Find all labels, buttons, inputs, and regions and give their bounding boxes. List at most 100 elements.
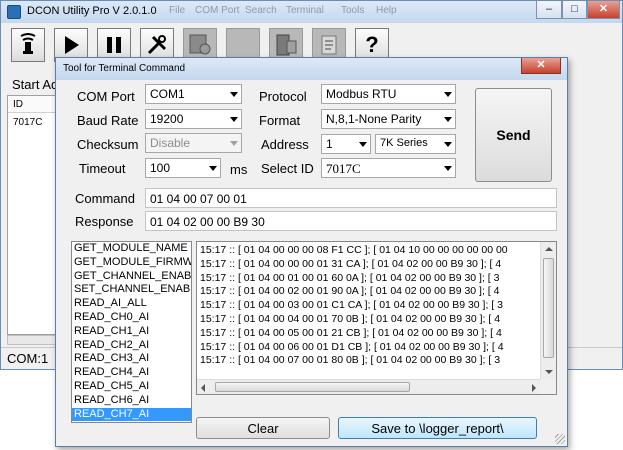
checksum-select[interactable]: Disable (145, 133, 242, 153)
menu-ghost-item: File (169, 5, 186, 16)
chevron-down-icon (230, 117, 238, 122)
list-item[interactable]: READ_CH4_AI (72, 366, 191, 380)
chevron-down-icon (209, 166, 217, 171)
select-id-select[interactable]: 7017C (321, 158, 456, 178)
clear-button[interactable]: Clear (196, 417, 330, 439)
list-item[interactable]: READ_CH5_AI (72, 380, 191, 394)
com-port-value: COM1 (150, 87, 185, 101)
timeout-select[interactable]: 100 (145, 158, 221, 178)
protocol-value: Modbus RTU (326, 87, 397, 101)
help-icon: ? (365, 32, 379, 57)
terminal-command-dialog: Tool for Terminal Command ✕ COM Port COM… (55, 57, 568, 447)
log-line: 15:17 :: [ 01 04 00 04 00 01 70 0B ]; [ … (200, 312, 501, 325)
dialog-titlebar: Tool for Terminal Command ✕ (56, 58, 567, 80)
chevron-down-icon (444, 117, 452, 122)
dialog-title: Tool for Terminal Command (63, 63, 186, 74)
checksum-value: Disable (150, 136, 191, 150)
list-item[interactable]: READ_AI_ALL (72, 297, 191, 311)
antenna-icon (20, 33, 36, 54)
series-select[interactable]: 7K Series (375, 134, 456, 154)
address-value: 1 (326, 137, 333, 151)
save-report-button[interactable]: Save to \logger_report\ (338, 417, 537, 439)
resize-grip[interactable] (555, 434, 565, 444)
chevron-down-icon (230, 141, 238, 146)
address-select[interactable]: 1 (321, 134, 371, 154)
play-icon (65, 36, 79, 54)
command-label: Command (75, 191, 135, 206)
list-item[interactable]: SET_CHANNEL_ENABL (72, 283, 191, 297)
search-button[interactable] (11, 28, 45, 62)
baud-rate-label: Baud Rate (77, 113, 139, 128)
chevron-down-icon (444, 92, 452, 97)
timeout-value: 100 (150, 161, 171, 175)
vertical-scroll-thumb[interactable] (543, 258, 554, 358)
scroll-up-icon[interactable] (545, 247, 553, 251)
chevron-down-icon (359, 142, 367, 147)
series-value: 7K Series (380, 137, 428, 149)
log-lines: 15:17 :: [ 01 04 00 00 00 08 F1 CC ]; [ … (200, 244, 544, 368)
format-select[interactable]: N,8,1-None Parity (321, 109, 456, 129)
send-button[interactable]: Send (475, 88, 552, 182)
log-line: 15:17 :: [ 01 04 00 00 00 08 F1 CC ]; [ … (200, 244, 508, 256)
list-item[interactable]: READ_CH1_AI (72, 325, 191, 339)
log-output[interactable]: 15:17 :: [ 01 04 00 00 00 08 F1 CC ]; [ … (196, 241, 557, 395)
maximize-button[interactable]: □ (562, 1, 587, 19)
log-horizontal-scrollbar[interactable] (197, 379, 540, 394)
protocol-label: Protocol (259, 89, 307, 104)
menu-ghost-item: Help (376, 5, 397, 16)
menu-ghost-item: Terminal (286, 5, 324, 16)
pause-icon (107, 37, 121, 53)
report-icon (321, 35, 337, 55)
list-item[interactable]: GET_MODULE_FIRMW (72, 256, 191, 270)
address-label: Address (261, 137, 309, 152)
select-id-value: 7017C (326, 161, 361, 176)
menu-ghost-item: COM Port (195, 5, 240, 16)
main-window-title: DCON Utility Pro V 2.0.1.0 (27, 5, 157, 17)
list-item[interactable]: GET_CHANNEL_ENABL (72, 270, 191, 284)
tools-icon (147, 35, 167, 55)
log-line: 15:17 :: [ 01 04 00 07 00 01 80 0B ]; [ … (200, 354, 501, 367)
menu-ghost-item: Tools (341, 5, 365, 16)
list-item[interactable]: READ_CH6_AI (72, 394, 191, 408)
app-icon (7, 5, 21, 19)
horizontal-scroll-thumb[interactable] (215, 382, 410, 392)
log-line: 15:17 :: [ 01 04 00 00 00 01 31 CA ]; [ … (200, 257, 502, 270)
module-icon (276, 34, 297, 56)
response-field[interactable]: 01 04 02 00 00 B9 30 (145, 211, 557, 231)
log-line: 15:17 :: [ 01 04 00 02 00 01 90 0A ]; [ … (200, 285, 500, 298)
chevron-down-icon (444, 142, 452, 147)
list-item[interactable]: READ_CH3_AI (72, 352, 191, 366)
com-port-select[interactable]: COM1 (145, 84, 242, 104)
main-titlebar: DCON Utility Pro V 2.0.1.0 File COM Port… (1, 1, 622, 23)
status-com-port: COM:1 (7, 351, 49, 366)
format-label: Format (259, 113, 301, 128)
log-line: 15:17 :: [ 01 04 00 05 00 01 21 CB ]; [ … (200, 326, 502, 339)
checksum-label: Checksum (77, 137, 139, 152)
command-input[interactable]: 01 04 00 07 00 01 (145, 188, 557, 208)
scroll-left-icon[interactable] (201, 384, 205, 392)
log-vertical-scrollbar[interactable] (540, 242, 556, 379)
scroll-down-icon[interactable] (545, 370, 553, 374)
list-item[interactable]: READ_CH0_AI (72, 311, 191, 325)
select-id-label: Select ID (261, 161, 314, 176)
baud-rate-value: 19200 (150, 112, 184, 126)
scroll-right-icon[interactable] (532, 384, 536, 392)
log-line: 15:17 :: [ 01 04 00 06 00 01 D1 CB ]; [ … (200, 340, 504, 353)
com-port-label: COM Port (77, 89, 135, 104)
command-list[interactable]: GET_MODULE_NAME GET_MODULE_FIRMW GET_CHA… (71, 241, 192, 423)
minimize-button[interactable]: – (536, 1, 562, 19)
format-value: N,8,1-None Parity (326, 112, 422, 126)
terminal-icon (189, 34, 211, 55)
baud-rate-select[interactable]: 19200 (145, 109, 242, 129)
list-item[interactable]: READ_CH2_AI (72, 339, 191, 353)
main-close-button[interactable]: ✕ (587, 1, 620, 19)
protocol-select[interactable]: Modbus RTU (321, 84, 456, 104)
scroll-corner (540, 379, 556, 394)
menu-ghost-item: Search (245, 5, 277, 16)
list-item[interactable]: GET_MODULE_NAME (72, 242, 191, 256)
list-item-selected[interactable]: READ_CH7_AI (72, 407, 191, 422)
timeout-unit: ms (230, 162, 248, 177)
log-line: 15:17 :: [ 01 04 00 03 00 01 C1 CA ]; [ … (200, 299, 503, 312)
chevron-down-icon (444, 166, 452, 171)
dialog-close-button[interactable]: ✕ (521, 58, 561, 74)
